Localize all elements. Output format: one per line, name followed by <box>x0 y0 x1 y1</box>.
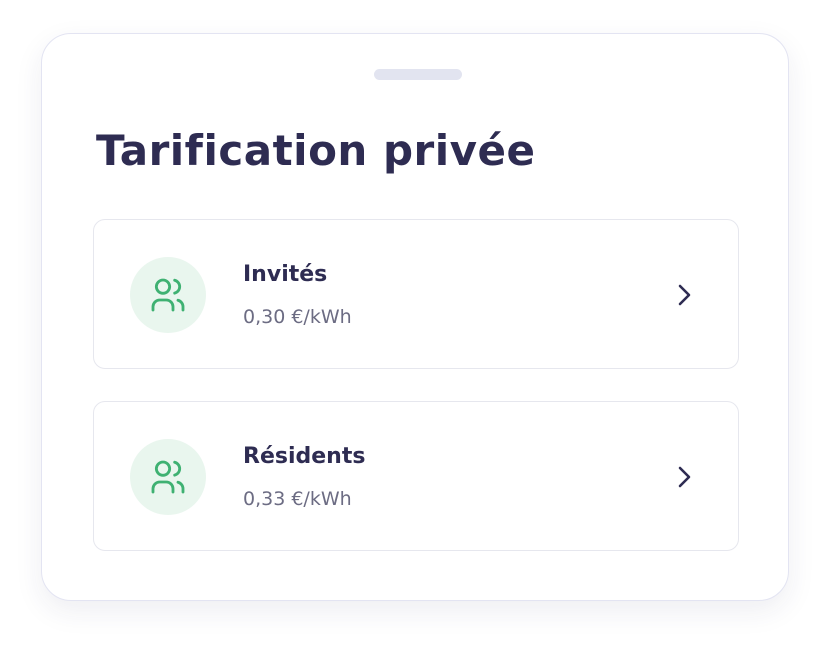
chevron-right-icon <box>678 466 691 488</box>
drag-handle[interactable] <box>374 69 462 80</box>
tariff-label: Résidents <box>243 444 366 469</box>
tariff-card-invites[interactable]: Invités 0,30 €/kWh <box>93 219 739 369</box>
chevron-right-icon <box>678 284 691 306</box>
tariff-label: Invités <box>243 262 328 287</box>
users-icon <box>151 460 185 494</box>
users-icon <box>151 278 185 312</box>
tariff-price: 0,33 €/kWh <box>243 488 352 510</box>
tariff-card-residents[interactable]: Résidents 0,33 €/kWh <box>93 401 739 551</box>
users-icon-badge <box>130 257 206 333</box>
tariff-price: 0,30 €/kWh <box>243 306 352 328</box>
private-pricing-sheet: Tarification privée Invités 0,30 €/kWh R <box>41 33 789 601</box>
page-title: Tarification privée <box>96 126 536 175</box>
users-icon-badge <box>130 439 206 515</box>
